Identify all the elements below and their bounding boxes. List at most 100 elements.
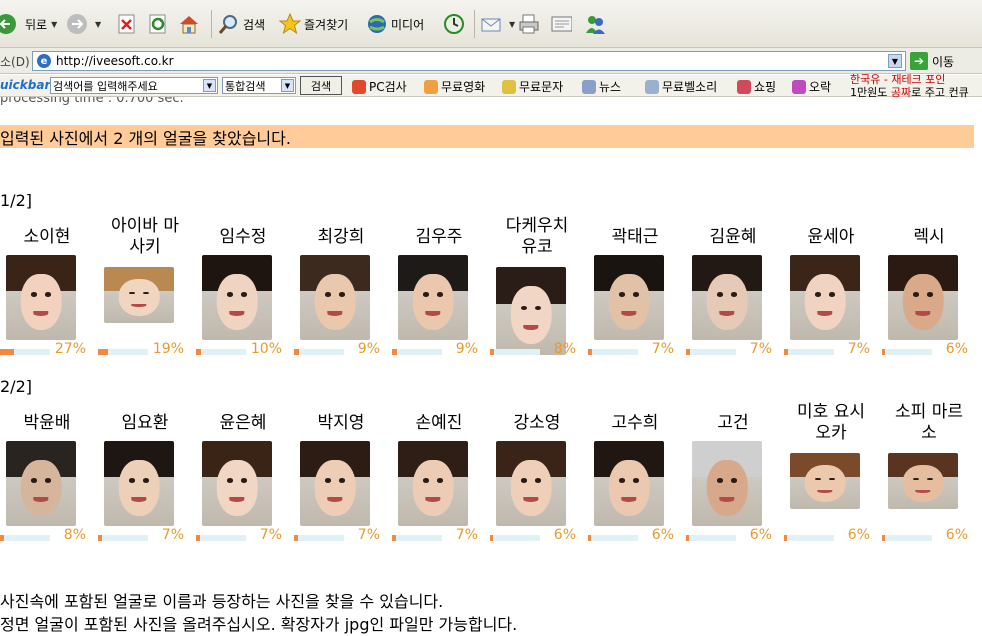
similarity-bar (294, 349, 344, 355)
face-photo[interactable] (104, 267, 174, 323)
face-photo[interactable] (300, 255, 370, 340)
face-name[interactable]: 곽태근 (594, 227, 676, 248)
face-name[interactable]: 윤세아 (790, 227, 872, 248)
face-name[interactable]: 강소영 (496, 413, 578, 434)
film-icon (424, 79, 438, 94)
similarity-percent: 6% (553, 527, 576, 543)
quickbar-link-news[interactable]: 뉴스 (582, 78, 621, 95)
face-name[interactable]: 렉시 (888, 227, 970, 248)
quickbar-link-shopping[interactable]: 쇼핑 (737, 78, 776, 95)
face-name[interactable]: 소피 마르소 (888, 402, 970, 444)
refresh-button[interactable] (147, 10, 172, 38)
face-name[interactable]: 임수정 (202, 227, 284, 248)
similarity-bar (0, 535, 50, 541)
similarity-percent: 8% (63, 527, 86, 543)
face-photo[interactable] (104, 441, 174, 526)
print-button[interactable] (518, 10, 543, 38)
similarity-bar (784, 535, 834, 541)
ie-page-icon: e (37, 54, 51, 68)
similarity-bar (490, 535, 540, 541)
chevron-down-icon[interactable]: ▼ (281, 79, 294, 92)
face-name[interactable]: 고수희 (594, 413, 676, 434)
quickbar-search-button[interactable]: 검색 (300, 76, 342, 95)
similarity-bar-fill (686, 535, 689, 541)
game-icon (792, 79, 806, 94)
quickbar-logo: uickbar (0, 78, 51, 92)
quickbar-link-pc-check[interactable]: PC검사 (352, 78, 407, 95)
face-name[interactable]: 김윤혜 (692, 227, 774, 248)
back-arrow-icon (0, 13, 22, 35)
chevron-down-icon[interactable]: ▼ (888, 54, 902, 68)
face-name[interactable]: 다케우치 유코 (496, 216, 578, 258)
quickbar-link-games[interactable]: 오락 (792, 78, 831, 95)
similarity-bar (392, 535, 442, 541)
stop-icon (116, 13, 138, 35)
favorites-button[interactable]: 즐겨찾기 (279, 10, 348, 38)
face-name[interactable]: 미호 요시오카 (790, 402, 872, 444)
quickbar-search-input[interactable]: 검색어를 입력해주세요 ▼ (50, 77, 218, 94)
go-arrow-icon: ➔ (910, 52, 928, 70)
face-name[interactable]: 손예진 (398, 413, 480, 434)
face-photo[interactable] (202, 441, 272, 526)
chevron-down-icon[interactable]: ▼ (203, 79, 216, 92)
face-photo[interactable] (594, 255, 664, 340)
face-name[interactable]: 박윤배 (6, 413, 88, 434)
face-name[interactable]: 박지영 (300, 413, 382, 434)
page-label: 1/2] (0, 191, 32, 210)
quickbar-search-placeholder: 검색어를 입력해주세요 (53, 79, 158, 93)
face-photo[interactable] (790, 255, 860, 340)
quickbar-link-ringtones[interactable]: 무료벨소리 (645, 78, 717, 95)
search-button[interactable]: 검색 (218, 10, 265, 38)
go-button[interactable]: ➔ 이동 (910, 52, 954, 70)
face-name[interactable]: 소이현 (6, 227, 88, 248)
quickbar-search-type-select[interactable]: 통합검색 ▼ (222, 77, 296, 94)
phone-icon (645, 79, 659, 94)
face-name[interactable]: 최강희 (300, 227, 382, 248)
similarity-bar (490, 349, 540, 355)
face-photo[interactable] (398, 441, 468, 526)
printer-icon (518, 13, 540, 35)
face-photo[interactable] (202, 255, 272, 340)
similarity-bar (98, 535, 148, 541)
face-photo[interactable] (496, 441, 566, 526)
face-photo[interactable] (300, 441, 370, 526)
face-photo[interactable] (594, 441, 664, 526)
media-button[interactable]: 미디어 (366, 10, 424, 38)
similarity-bar-fill (588, 349, 592, 355)
similarity-percent: 7% (847, 341, 870, 357)
face-name[interactable]: 고건 (692, 413, 774, 434)
back-button[interactable]: 뒤로 ▼ (0, 10, 57, 38)
history-button[interactable] (443, 10, 468, 38)
similarity-percent: 6% (749, 527, 772, 543)
star-icon (279, 13, 301, 35)
similarity-percent: 10% (250, 341, 282, 357)
home-button[interactable] (178, 10, 203, 38)
face-photo[interactable] (6, 441, 76, 526)
face-name[interactable]: 아이바 마사키 (104, 216, 186, 258)
similarity-percent: 7% (161, 527, 184, 543)
chevron-down-icon[interactable]: ▼ (51, 20, 57, 29)
similarity-bar-fill (882, 349, 885, 355)
mail-button[interactable]: ▼ (480, 10, 515, 38)
face-photo[interactable] (790, 453, 860, 509)
face-photo[interactable] (888, 453, 958, 509)
face-name[interactable]: 김우주 (398, 227, 480, 248)
similarity-percent: 6% (945, 527, 968, 543)
face-name[interactable]: 임요환 (104, 413, 186, 434)
messenger-button[interactable] (584, 10, 609, 38)
face-name[interactable]: 윤은혜 (202, 413, 284, 434)
chevron-down-icon[interactable]: ▼ (509, 20, 515, 29)
chevron-down-icon[interactable]: ▼ (95, 20, 101, 29)
stop-button[interactable] (116, 10, 141, 38)
forward-button[interactable]: ▼ (66, 10, 101, 38)
face-photo[interactable] (692, 441, 762, 526)
face-photo[interactable] (398, 255, 468, 340)
face-photo[interactable] (6, 255, 76, 340)
quickbar-link-sms[interactable]: 무료문자 (502, 78, 563, 95)
quickbar-link-movies[interactable]: 무료영화 (424, 78, 485, 95)
face-photo[interactable] (692, 255, 762, 340)
face-photo[interactable] (888, 255, 958, 340)
similarity-bar-fill (0, 535, 4, 541)
address-input[interactable]: e http://iveesoft.co.kr ▼ (32, 51, 906, 71)
edit-button[interactable] (550, 10, 575, 38)
